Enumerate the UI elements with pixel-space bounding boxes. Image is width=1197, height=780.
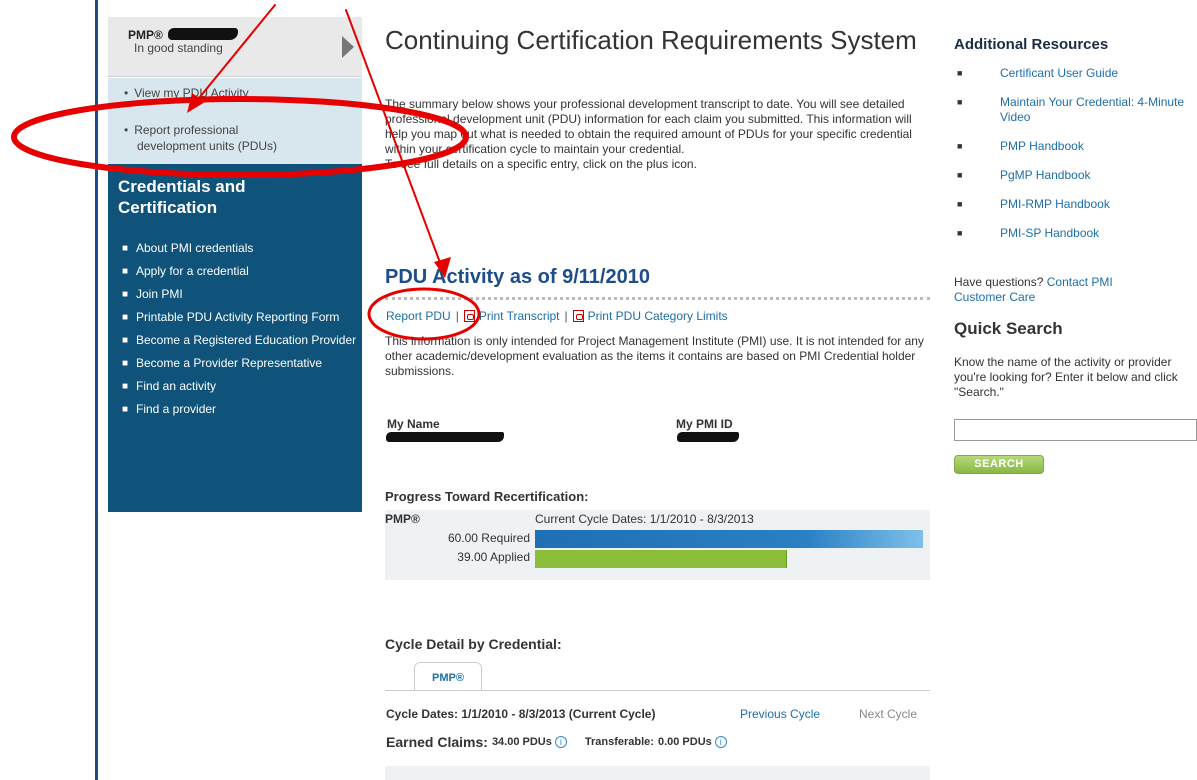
pdf-icon	[463, 310, 475, 322]
search-button[interactable]: SEARCH	[954, 455, 1044, 474]
next-cycle-link: Next Cycle	[859, 707, 918, 721]
bullet-icon: •	[124, 123, 129, 137]
separator: |	[564, 309, 568, 323]
earned-claims-label: Earned Claims:	[386, 734, 488, 750]
usage-note: This information is only intended for Pr…	[385, 334, 924, 378]
cycle-detail-title: Cycle Detail by Credential:	[385, 636, 562, 652]
credentials-sidebar-section: Credentials and Certification ■ About PMI…	[108, 164, 362, 512]
resource-rmp-handbook[interactable]: ■ PMI-RMP Handbook	[954, 197, 1194, 212]
bullet-icon: ■	[957, 97, 963, 107]
sidebar-item-printable-form[interactable]: ■ Printable PDU Activity Reporting Form	[122, 310, 358, 325]
progress-credential: PMP®	[385, 512, 420, 526]
sidebar-section-title: Credentials and Certification	[118, 177, 246, 217]
bullet-icon: ■	[122, 358, 129, 369]
print-category-limits-link[interactable]: Print PDU Category Limits	[588, 309, 728, 323]
quick-search-heading: Quick Search	[954, 319, 1063, 338]
expand-arrow-icon[interactable]	[342, 36, 354, 58]
intro-hint: To see full details on a specific entry,…	[385, 157, 697, 171]
bullet-icon: •	[124, 86, 129, 100]
dotted-divider	[385, 297, 930, 300]
sidebar-item-provider-representative[interactable]: ■ Become a Provider Representative	[122, 356, 358, 371]
resources-list: ■ Certificant User Guide ■ Maintain Your C…	[954, 66, 1194, 255]
bullet-icon: ■	[122, 381, 129, 392]
progress-cycle-dates: Current Cycle Dates: 1/1/2010 - 8/3/2013	[535, 512, 754, 526]
sidebar-item-education-provider[interactable]: ■ Become a Registered Education Provider	[122, 333, 358, 348]
tab-divider	[385, 690, 930, 691]
bullet-icon: ■	[122, 335, 129, 346]
bullet-icon: ■	[122, 243, 129, 254]
report-pdu-link[interactable]: Report PDU	[386, 309, 451, 323]
page-left-rule	[95, 0, 98, 780]
resource-user-guide[interactable]: ■ Certificant User Guide	[954, 66, 1194, 81]
required-bar-track	[535, 530, 923, 548]
progress-title: Progress Toward Recertification:	[385, 489, 589, 504]
required-bar	[535, 530, 923, 548]
transferable-value: 0.00 PDUs	[657, 736, 712, 748]
resource-maintain-video[interactable]: ■ Maintain Your Credential: 4-Minute Vide…	[954, 95, 1194, 125]
bullet-icon: ■	[957, 170, 963, 180]
transferable-label: Transferable:	[584, 736, 654, 748]
sidebar-item-apply-credential[interactable]: ■ Apply for a credential	[122, 264, 358, 279]
bullet-icon: ■	[957, 141, 963, 151]
additional-resources-heading: Additional Resources	[954, 36, 1109, 53]
resource-pmp-handbook[interactable]: ■ PMP Handbook	[954, 139, 1194, 154]
credential-status-panel[interactable]: PMP® In good standing	[108, 17, 362, 77]
intro-text: The summary below shows your professiona…	[385, 97, 935, 172]
quick-search-input[interactable]	[954, 419, 1197, 441]
earned-claims-row: Earned Claims: 34.00 PDUs i Transferable…	[386, 734, 727, 750]
cycle-dates: Cycle Dates: 1/1/2010 - 8/3/2013 (Curren…	[386, 707, 656, 721]
credential-name: PMP®	[128, 28, 163, 42]
bullet-icon: ■	[122, 289, 129, 300]
progress-panel: PMP® Current Cycle Dates: 1/1/2010 - 8/3…	[385, 510, 930, 580]
sidebar-item-join-pmi[interactable]: ■ Join PMI	[122, 287, 358, 302]
required-label: 60.00 Required	[447, 531, 530, 545]
my-pmi-id-label: My PMI ID	[676, 417, 733, 431]
view-pdu-activity-link[interactable]: • View my PDU Activity	[124, 86, 249, 100]
bullet-icon: ■	[957, 68, 963, 78]
redacted-id-value	[677, 432, 739, 442]
credential-status: In good standing	[134, 41, 223, 55]
my-activity-links: • View my PDU Activity • Report profession…	[108, 78, 362, 164]
sidebar-item-find-provider[interactable]: ■ Find a provider	[122, 402, 358, 417]
bullet-icon: ■	[122, 312, 129, 323]
info-icon[interactable]: i	[554, 736, 567, 748]
bullet-icon: ■	[122, 404, 129, 415]
sidebar-item-find-activity[interactable]: ■ Find an activity	[122, 379, 358, 394]
bullet-icon: ■	[122, 266, 129, 277]
page-title: Continuing Certification Requirements Sy…	[385, 25, 917, 55]
report-pdus-link[interactable]: • Report professional	[124, 123, 238, 138]
previous-cycle-link[interactable]: Previous Cycle	[740, 707, 820, 721]
sidebar-nav-list: ■ About PMI credentials ■ Apply for a cred…	[122, 241, 358, 425]
applied-bar	[535, 550, 788, 568]
tab-pmp[interactable]: PMP®	[414, 662, 482, 691]
separator: |	[455, 309, 459, 323]
pdu-activity-heading: PDU Activity as of 9/11/2010	[385, 266, 650, 288]
applied-bar-track	[535, 550, 923, 568]
pdf-icon	[572, 310, 584, 322]
my-name-label: My Name	[387, 417, 440, 431]
redacted-name-scribble	[168, 28, 238, 40]
print-transcript-link[interactable]: Print Transcript	[479, 309, 560, 323]
bullet-icon: ■	[957, 199, 963, 209]
sidebar-item-about-credentials[interactable]: ■ About PMI credentials	[122, 241, 358, 256]
table-header-strip	[385, 766, 930, 780]
questions-text: Have questions? Contact PMI Customer Car…	[954, 275, 1113, 304]
redacted-name-value	[386, 432, 504, 442]
intro-paragraph: The summary below shows your professiona…	[385, 97, 912, 156]
info-icon[interactable]: i	[714, 736, 727, 748]
quick-search-description: Know the name of the activity or provide…	[954, 355, 1178, 399]
earned-claims-value: 34.00 PDUs	[491, 736, 552, 748]
report-pdus-link-line2[interactable]: development units (PDUs)	[137, 139, 277, 153]
resource-pgmp-handbook[interactable]: ■ PgMP Handbook	[954, 168, 1194, 183]
applied-label: 39.00 Applied	[457, 550, 530, 564]
resource-sp-handbook[interactable]: ■ PMI-SP Handbook	[954, 226, 1194, 241]
pdu-actions: Report PDU | Print Transcript | Print PD…	[386, 309, 728, 323]
bullet-icon: ■	[957, 228, 963, 238]
